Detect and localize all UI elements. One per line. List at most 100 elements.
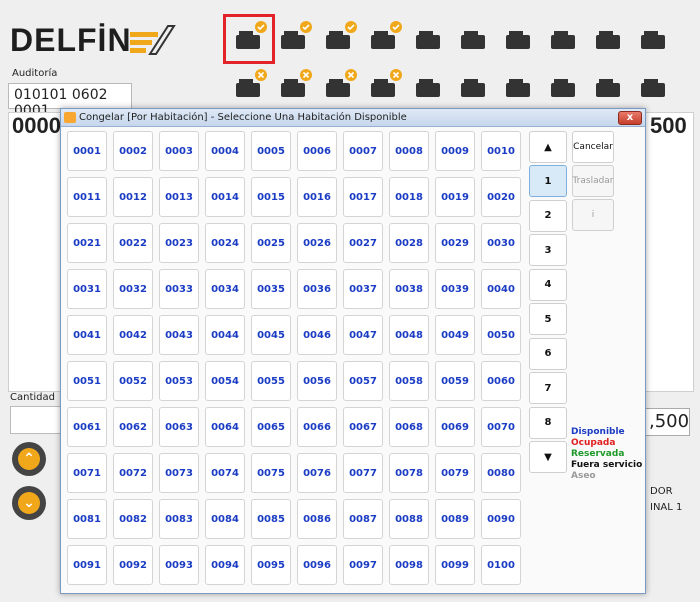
room-button[interactable]: 0003 <box>159 131 199 171</box>
room-button[interactable]: 0080 <box>481 453 521 493</box>
room-button[interactable]: 0001 <box>67 131 107 171</box>
cash-icon[interactable] <box>588 66 630 108</box>
cantidad-input[interactable] <box>10 406 62 434</box>
auditoria-field[interactable]: 010101 0602 0001 <box>8 83 132 119</box>
room-button[interactable]: 0028 <box>389 223 429 263</box>
room-button[interactable]: 0073 <box>159 453 199 493</box>
page-button[interactable]: 1 <box>529 165 567 197</box>
room-button[interactable]: 0095 <box>251 545 291 585</box>
room-button[interactable]: 0100 <box>481 545 521 585</box>
room-button[interactable]: 0090 <box>481 499 521 539</box>
page-button[interactable]: 4 <box>529 268 567 301</box>
bottles-search-icon[interactable] <box>453 66 495 108</box>
transfer-button[interactable]: Trasladar <box>572 165 614 197</box>
room-button[interactable]: 0041 <box>67 315 107 355</box>
room-button[interactable]: 0088 <box>389 499 429 539</box>
room-button[interactable]: 0076 <box>297 453 337 493</box>
room-button[interactable]: 0013 <box>159 177 199 217</box>
room-button[interactable]: 0077 <box>343 453 383 493</box>
room-button[interactable]: 0083 <box>159 499 199 539</box>
room-button[interactable]: 0063 <box>159 407 199 447</box>
card-add-icon[interactable] <box>543 18 585 60</box>
room-button[interactable]: 0023 <box>159 223 199 263</box>
room-button[interactable]: 0078 <box>389 453 429 493</box>
room-button[interactable]: 0048 <box>389 315 429 355</box>
room-button[interactable]: 0040 <box>481 269 521 309</box>
printer-icon[interactable] <box>498 18 540 60</box>
room-button[interactable]: 0053 <box>159 361 199 401</box>
room-button[interactable]: 0011 <box>67 177 107 217</box>
room-button[interactable]: 0017 <box>343 177 383 217</box>
room-button[interactable]: 0033 <box>159 269 199 309</box>
room-button[interactable]: 0038 <box>389 269 429 309</box>
scroll-down-button[interactable]: ⌄ <box>12 486 46 520</box>
room-button[interactable]: 0025 <box>251 223 291 263</box>
page-button[interactable]: 6 <box>529 337 567 370</box>
room-button[interactable]: 0032 <box>113 269 153 309</box>
room-button[interactable]: 0084 <box>205 499 245 539</box>
room-button[interactable]: 0014 <box>205 177 245 217</box>
room-button[interactable]: 0064 <box>205 407 245 447</box>
room-button[interactable]: 0012 <box>113 177 153 217</box>
room-button[interactable]: 0066 <box>297 407 337 447</box>
bed-cancel-icon[interactable] <box>228 66 270 108</box>
room-button[interactable]: 0074 <box>205 453 245 493</box>
room-button[interactable]: 0058 <box>389 361 429 401</box>
room-button[interactable]: 0097 <box>343 545 383 585</box>
percent-icon[interactable] <box>408 18 450 60</box>
room-button[interactable]: 0009 <box>435 131 475 171</box>
page-up-button[interactable]: ▲ <box>529 131 567 163</box>
room-button[interactable]: 0061 <box>67 407 107 447</box>
room-button[interactable]: 0008 <box>389 131 429 171</box>
room-button[interactable]: 0081 <box>67 499 107 539</box>
room-button[interactable]: 0056 <box>297 361 337 401</box>
room-button[interactable]: 0091 <box>67 545 107 585</box>
room-button[interactable]: 0051 <box>67 361 107 401</box>
room-button[interactable]: 0045 <box>251 315 291 355</box>
scale-icon[interactable] <box>498 66 540 108</box>
room-button[interactable]: 0079 <box>435 453 475 493</box>
room-button[interactable]: 0096 <box>297 545 337 585</box>
more-icon[interactable] <box>633 66 675 108</box>
desk-person-cancel-icon[interactable] <box>273 66 315 108</box>
room-button[interactable]: 0049 <box>435 315 475 355</box>
room-button[interactable]: 0093 <box>159 545 199 585</box>
room-button[interactable]: 0042 <box>113 315 153 355</box>
room-button[interactable]: 0057 <box>343 361 383 401</box>
trash-icon[interactable] <box>408 66 450 108</box>
room-button[interactable]: 0044 <box>205 315 245 355</box>
room-button[interactable]: 0062 <box>113 407 153 447</box>
room-button[interactable]: 0034 <box>205 269 245 309</box>
room-button[interactable]: 0043 <box>159 315 199 355</box>
room-button[interactable]: 0010 <box>481 131 521 171</box>
room-button[interactable]: 0094 <box>205 545 245 585</box>
page-button[interactable]: 2 <box>529 199 567 232</box>
room-button[interactable]: 0069 <box>435 407 475 447</box>
room-button[interactable]: 0036 <box>297 269 337 309</box>
room-button[interactable]: 0068 <box>389 407 429 447</box>
room-button[interactable]: 0006 <box>297 131 337 171</box>
card-money-icon[interactable] <box>588 18 630 60</box>
desk-person-check-icon[interactable] <box>273 18 315 60</box>
room-button[interactable]: 0070 <box>481 407 521 447</box>
room-button[interactable]: 0027 <box>343 223 383 263</box>
room-button[interactable]: 0059 <box>435 361 475 401</box>
room-button[interactable]: 0060 <box>481 361 521 401</box>
room-button[interactable]: 0022 <box>113 223 153 263</box>
room-button[interactable]: 0007 <box>343 131 383 171</box>
room-button[interactable]: 0071 <box>67 453 107 493</box>
page-button[interactable]: 7 <box>529 372 567 404</box>
user-refresh-icon[interactable] <box>633 18 675 60</box>
room-button[interactable]: 0029 <box>435 223 475 263</box>
room-button[interactable]: 0050 <box>481 315 521 355</box>
room-button[interactable]: 0039 <box>435 269 475 309</box>
room-button[interactable]: 0005 <box>251 131 291 171</box>
room-button[interactable]: 0098 <box>389 545 429 585</box>
room-button[interactable]: 0016 <box>297 177 337 217</box>
room-button[interactable]: 0087 <box>343 499 383 539</box>
cancel-button[interactable]: Cancelar <box>572 131 614 163</box>
room-button[interactable]: 0089 <box>435 499 475 539</box>
info-button[interactable]: i <box>572 199 614 231</box>
room-button[interactable]: 0047 <box>343 315 383 355</box>
page-button[interactable]: 8 <box>529 406 567 439</box>
